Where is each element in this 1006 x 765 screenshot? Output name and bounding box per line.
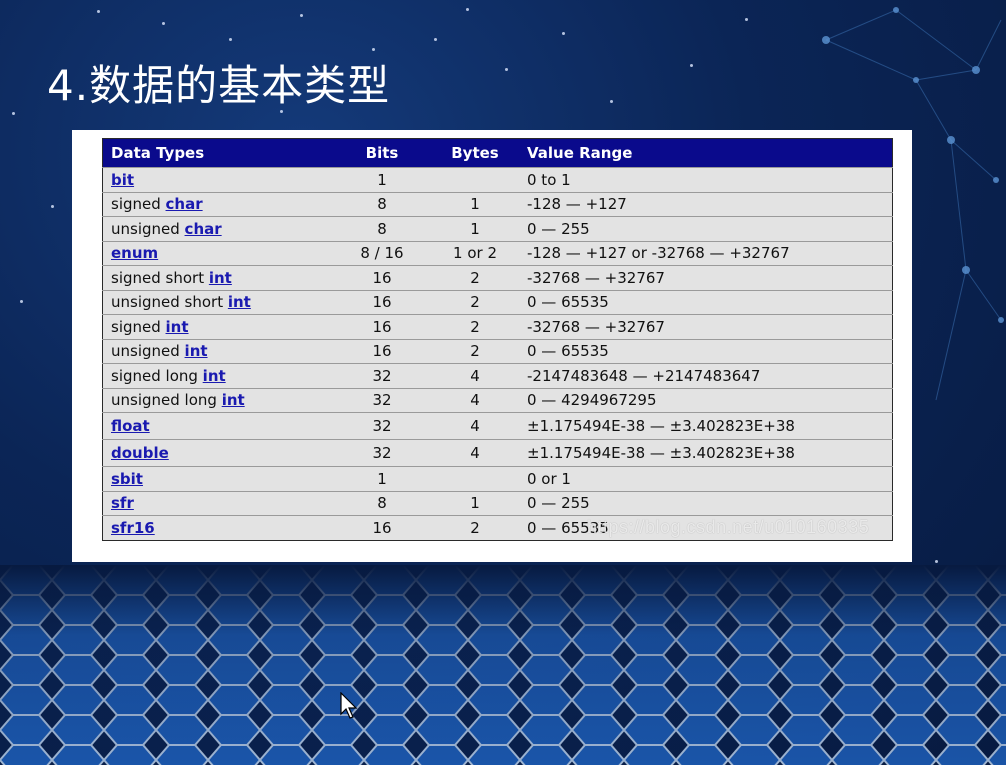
type-keyword-link[interactable]: int (228, 293, 251, 311)
type-keyword-link[interactable]: int (185, 342, 208, 360)
bytes-cell: 4 (431, 363, 519, 388)
type-keyword-link[interactable]: int (222, 391, 245, 409)
bits-cell: 1 (333, 466, 431, 491)
bytes-cell: 4 (431, 412, 519, 440)
type-keyword-link[interactable]: sfr16 (111, 519, 155, 537)
range-cell: 0 — 255 (519, 216, 893, 241)
bytes-cell: 2 (431, 289, 519, 315)
type-cell: sfr (102, 490, 333, 516)
table-row: signed short int 16 2 -32768 — +32767 (102, 265, 893, 290)
range-cell: 0 — 65535 (519, 338, 893, 364)
bits-cell: 8 (333, 191, 431, 217)
header-value-range: Value Range (519, 138, 893, 168)
type-keyword-link[interactable]: int (166, 318, 189, 336)
bytes-cell: 2 (431, 515, 519, 540)
type-cell: sbit (102, 466, 333, 491)
type-cell: signed long int (102, 363, 333, 388)
bits-cell: 32 (333, 412, 431, 440)
type-cell: sfr16 (102, 515, 333, 540)
data-types-table: Data Types Bits Bytes Value Range bit 1 … (102, 138, 893, 541)
type-keyword-link[interactable]: bit (111, 171, 134, 189)
bytes-cell: 1 (431, 191, 519, 217)
bits-cell: 16 (333, 314, 431, 339)
range-cell: 0 — 65535 (519, 289, 893, 315)
type-keyword-link[interactable]: int (203, 367, 226, 385)
bytes-cell: 2 (431, 314, 519, 339)
bytes-cell (431, 466, 519, 491)
type-keyword-link[interactable]: double (111, 444, 169, 462)
watermark-text: https://blog.csdn.net/u010160335 (587, 517, 870, 537)
range-cell: -2147483648 — +2147483647 (519, 363, 893, 388)
mouse-pointer-icon (340, 692, 358, 719)
hexagon-floor-decoration (0, 565, 1006, 765)
bits-cell: 8 (333, 216, 431, 241)
type-keyword-link[interactable]: sfr (111, 494, 134, 512)
type-keyword-link[interactable]: int (209, 269, 232, 287)
table-row: double 32 4 ±1.175494E-38 — ±3.402823E+3… (102, 439, 893, 467)
type-cell: float (102, 412, 333, 440)
type-cell: signed short int (102, 265, 333, 290)
type-cell: double (102, 439, 333, 467)
bytes-cell (431, 167, 519, 192)
table-header-row: Data Types Bits Bytes Value Range (102, 138, 893, 168)
table-row: signed char 8 1 -128 — +127 (102, 191, 893, 217)
header-data-types: Data Types (102, 138, 333, 168)
range-cell: -32768 — +32767 (519, 265, 893, 290)
table-row: unsigned char 8 1 0 — 255 (102, 216, 893, 241)
bits-cell: 32 (333, 387, 431, 413)
table-row: unsigned short int 16 2 0 — 65535 (102, 289, 893, 315)
table-row: sbit 1 0 or 1 (102, 466, 893, 491)
bits-cell: 1 (333, 167, 431, 192)
type-cell: signed char (102, 191, 333, 217)
range-cell: -32768 — +32767 (519, 314, 893, 339)
bits-cell: 32 (333, 363, 431, 388)
table-row: signed int 16 2 -32768 — +32767 (102, 314, 893, 339)
type-cell: signed int (102, 314, 333, 339)
range-cell: 0 or 1 (519, 466, 893, 491)
range-cell: -128 — +127 (519, 191, 893, 217)
type-cell: unsigned char (102, 216, 333, 241)
table-row: unsigned long int 32 4 0 — 4294967295 (102, 387, 893, 413)
header-bits: Bits (333, 138, 431, 168)
range-cell: 0 to 1 (519, 167, 893, 192)
type-cell: enum (102, 240, 333, 266)
bits-cell: 8 / 16 (333, 240, 431, 266)
table-row: enum 8 / 16 1 or 2 -128 — +127 or -32768… (102, 240, 893, 266)
type-keyword-link[interactable]: float (111, 417, 150, 435)
bytes-cell: 2 (431, 338, 519, 364)
range-cell: -128 — +127 or -32768 — +32767 (519, 240, 893, 266)
range-cell: 0 — 4294967295 (519, 387, 893, 413)
table-row: sfr 8 1 0 — 255 (102, 490, 893, 516)
bits-cell: 8 (333, 490, 431, 516)
table-row: float 32 4 ±1.175494E-38 — ±3.402823E+38 (102, 412, 893, 440)
bytes-cell: 2 (431, 265, 519, 290)
type-cell: unsigned int (102, 338, 333, 364)
bits-cell: 16 (333, 338, 431, 364)
bytes-cell: 4 (431, 387, 519, 413)
bytes-cell: 1 (431, 216, 519, 241)
bytes-cell: 1 (431, 490, 519, 516)
type-cell: unsigned long int (102, 387, 333, 413)
table-row: unsigned int 16 2 0 — 65535 (102, 338, 893, 364)
data-types-panel: Data Types Bits Bytes Value Range bit 1 … (72, 130, 912, 562)
bits-cell: 16 (333, 265, 431, 290)
bits-cell: 16 (333, 515, 431, 540)
range-cell: ±1.175494E-38 — ±3.402823E+38 (519, 412, 893, 440)
table-row: signed long int 32 4 -2147483648 — +2147… (102, 363, 893, 388)
bits-cell: 32 (333, 439, 431, 467)
type-keyword-link[interactable]: char (166, 195, 203, 213)
type-keyword-link[interactable]: enum (111, 244, 158, 262)
type-cell: unsigned short int (102, 289, 333, 315)
header-bytes: Bytes (431, 138, 519, 168)
bytes-cell: 1 or 2 (431, 240, 519, 266)
bytes-cell: 4 (431, 439, 519, 467)
type-keyword-link[interactable]: char (185, 220, 222, 238)
type-cell: bit (102, 167, 333, 192)
slide-title: 4.数据的基本类型 (47, 61, 391, 110)
table-row: bit 1 0 to 1 (102, 167, 893, 192)
bits-cell: 16 (333, 289, 431, 315)
range-cell: ±1.175494E-38 — ±3.402823E+38 (519, 439, 893, 467)
type-keyword-link[interactable]: sbit (111, 470, 143, 488)
range-cell: 0 — 255 (519, 490, 893, 516)
